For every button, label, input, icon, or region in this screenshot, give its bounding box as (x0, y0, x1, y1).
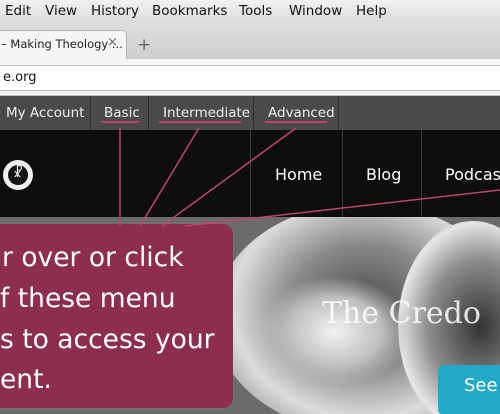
pointer-line-my-account (184, 189, 500, 227)
callout-pointer-lines (119, 127, 500, 227)
pointer-line-intermediate (139, 127, 200, 227)
pointer-line-advanced (161, 127, 297, 227)
